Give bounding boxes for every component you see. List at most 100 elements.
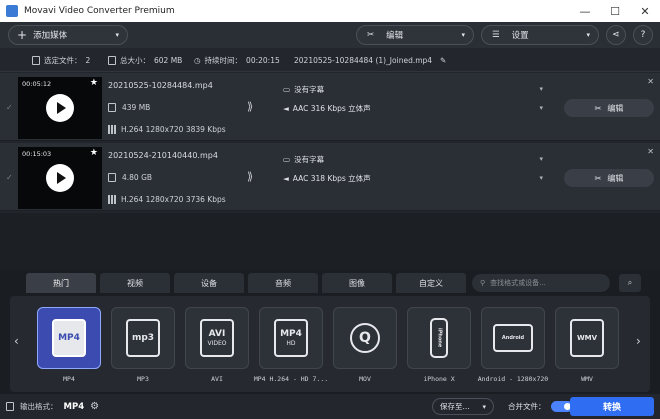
- duration-value: 00:20:15: [246, 55, 280, 65]
- preset-mp4-hd[interactable]: MP4 HD: [259, 307, 323, 369]
- check-icon[interactable]: ✓: [6, 103, 13, 112]
- play-icon[interactable]: [46, 94, 74, 122]
- format-search-placeholder: 查找格式或设备...: [490, 279, 546, 287]
- quicktime-icon: Q: [350, 323, 380, 353]
- duration-label: 持续时间：: [204, 55, 243, 65]
- selected-files-info: 选定文件： 2: [32, 48, 90, 72]
- iphone-icon: iPhone: [430, 318, 448, 358]
- format-search-input[interactable]: ⚲ 查找格式或设备...: [472, 274, 610, 292]
- edit-file-button[interactable]: ✂ 编辑: [564, 169, 654, 187]
- format-tabs: 热门 视频 设备 音频 图像 自定义 ⚲ 查找格式或设备... ⌕: [0, 270, 660, 294]
- tab-popular[interactable]: 热门: [26, 273, 96, 293]
- file-row[interactable]: ✓ 00:05:12 ★ 20210525-10284484.mp4 439 M…: [0, 73, 660, 141]
- pencil-icon[interactable]: ✎: [440, 56, 446, 65]
- speaker-icon: ◄: [283, 173, 289, 183]
- audio-value: AAC 316 Kbps 立体声: [292, 103, 371, 113]
- info-bar: 选定文件： 2 总大小： 602 MB ◷ 持续时间： 00:20:15 202…: [0, 48, 660, 72]
- convert-button[interactable]: 转换: [570, 397, 654, 416]
- tab-custom[interactable]: 自定义: [396, 273, 466, 293]
- duration-info: ◷ 持续时间： 00:20:15: [194, 48, 280, 72]
- preset-mp4[interactable]: MP4: [37, 307, 101, 369]
- preset-mov[interactable]: Q: [333, 307, 397, 369]
- mp4-hd-icon: MP4 HD: [274, 319, 308, 357]
- preset-avi[interactable]: AVI VIDEO: [185, 307, 249, 369]
- file-icon: [108, 173, 116, 182]
- search-icon: ⚲: [480, 279, 486, 287]
- tab-audio[interactable]: 音频: [248, 273, 318, 293]
- star-icon[interactable]: ★: [90, 78, 98, 88]
- output-format-label: 输出格式：: [20, 402, 58, 411]
- save-to-label: 保存至...: [440, 402, 470, 411]
- close-button[interactable]: ✕: [630, 0, 660, 22]
- preset-carousel: ‹ › MP4 mp3 AVI VIDEO MP4 HD Q iPhone Andr…: [10, 296, 650, 392]
- subtitle-value: 没有字幕: [294, 84, 325, 94]
- format-search-button[interactable]: ⌕: [619, 274, 641, 292]
- gear-icon[interactable]: ⚙: [90, 401, 99, 412]
- edit-file-button[interactable]: ✂ 编辑: [564, 99, 654, 117]
- scissors-icon: ✂: [594, 103, 602, 113]
- file-list-empty-area: [0, 213, 660, 270]
- subtitle-select[interactable]: ▭ 没有字幕 ▾: [283, 81, 549, 97]
- chevron-down-icon: ▾: [539, 155, 543, 163]
- help-button[interactable]: ?: [633, 25, 653, 45]
- chevron-right-icon[interactable]: ›: [636, 334, 641, 348]
- total-size-info: 总大小： 602 MB: [108, 48, 182, 72]
- video-thumbnail[interactable]: 00:05:12 ★: [18, 77, 102, 139]
- film-icon: [108, 195, 116, 204]
- chevron-down-icon: ▾: [461, 31, 465, 39]
- file-codec: H.264 1280x720 3839 Kbps: [121, 125, 226, 134]
- settings-menu-button[interactable]: ☰ 设置 ▾: [481, 25, 599, 45]
- format-panel: 热门 视频 设备 音频 图像 自定义 ⚲ 查找格式或设备... ⌕ ‹ › MP…: [0, 270, 660, 394]
- chevron-down-icon: ▾: [115, 31, 119, 39]
- play-icon[interactable]: [46, 164, 74, 192]
- output-format-value: MP4: [63, 401, 85, 412]
- preset-wmv[interactable]: WMV: [555, 307, 619, 369]
- add-media-button[interactable]: + 添加媒体 ▾: [8, 25, 128, 45]
- audio-select[interactable]: ◄ AAC 318 Kbps 立体声 ▾: [283, 170, 549, 186]
- output-format[interactable]: 输出格式： MP4 ⚙: [6, 394, 99, 419]
- plus-icon: +: [17, 28, 28, 42]
- file-size: 439 MB: [122, 103, 151, 112]
- total-size-label: 总大小：: [120, 55, 150, 65]
- video-thumbnail[interactable]: 00:15:03 ★: [18, 147, 102, 209]
- audio-value: AAC 318 Kbps 立体声: [292, 173, 371, 183]
- preset-mp3[interactable]: mp3: [111, 307, 175, 369]
- help-icon: ?: [640, 30, 646, 40]
- chevron-down-icon: ▾: [482, 402, 486, 411]
- edit-menu-button[interactable]: ✂ 编辑 ▾: [356, 25, 474, 45]
- share-button[interactable]: ⋖: [606, 25, 626, 45]
- convert-arrow-icon: ⟫: [247, 170, 254, 183]
- audio-select[interactable]: ◄ AAC 316 Kbps 立体声 ▾: [283, 100, 549, 116]
- preset-iphone[interactable]: iPhone: [407, 307, 471, 369]
- subtitle-select[interactable]: ▭ 没有字幕 ▾: [283, 151, 549, 167]
- tab-images[interactable]: 图像: [322, 273, 392, 293]
- scissors-icon: ✂: [594, 173, 602, 183]
- avi-icon: AVI VIDEO: [200, 319, 234, 357]
- file-row[interactable]: ✓ 00:15:03 ★ 20210524-210140440.mp4 4.80…: [0, 143, 660, 211]
- chevron-left-icon[interactable]: ‹: [14, 334, 19, 348]
- minimize-button[interactable]: —: [570, 0, 600, 22]
- subtitle-value: 没有字幕: [294, 154, 325, 164]
- selected-files-value: 2: [85, 55, 91, 65]
- save-to-button[interactable]: 保存至... ▾: [432, 398, 494, 415]
- tab-devices[interactable]: 设备: [174, 273, 244, 293]
- thumbnail-time: 00:05:12: [22, 80, 52, 88]
- edit-file-label: 编辑: [607, 173, 624, 183]
- thumbnail-time: 00:15:03: [22, 150, 52, 158]
- chevron-down-icon: ▾: [586, 31, 590, 39]
- preset-android[interactable]: Android: [481, 307, 545, 369]
- window-title: Movavi Video Converter Premium: [24, 6, 175, 16]
- app-logo-icon: [6, 5, 18, 17]
- file-codec: H.264 1280x720 3736 Kbps: [121, 195, 226, 204]
- file-name: 20210524-210140440.mp4: [108, 151, 218, 160]
- scissors-icon: ✂: [367, 30, 375, 40]
- edit-menu-label: 编辑: [386, 31, 404, 41]
- settings-menu-label: 设置: [511, 31, 529, 41]
- maximize-button[interactable]: ☐: [600, 0, 630, 22]
- tab-video[interactable]: 视频: [100, 273, 170, 293]
- sliders-icon: ☰: [492, 30, 500, 40]
- check-icon[interactable]: ✓: [6, 173, 13, 182]
- remove-file-icon[interactable]: ✕: [647, 147, 654, 156]
- remove-file-icon[interactable]: ✕: [647, 77, 654, 86]
- star-icon[interactable]: ★: [90, 148, 98, 158]
